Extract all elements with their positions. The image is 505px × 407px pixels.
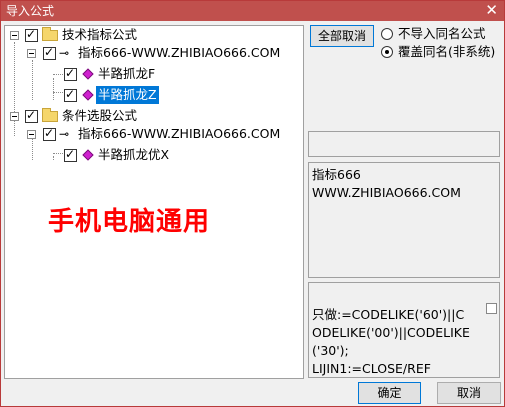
formula-checkbox[interactable]: ✓ <box>64 87 77 102</box>
folder-icon <box>42 108 58 122</box>
tree-node-formula[interactable]: ✓ 半路抓龙优X <box>5 146 303 164</box>
window-title: 导入公式 <box>6 4 55 18</box>
item-checkbox[interactable]: ✓ <box>43 126 56 141</box>
info-line-2: WWW.ZHIBIAO666.COM <box>312 185 461 200</box>
tree-node-group-screening[interactable]: ✓ 条件选股公式 <box>5 107 303 125</box>
group-checkbox[interactable]: ✓ <box>25 108 38 123</box>
formula-code-panel: 只做:=CODELIKE('60')||CODELIKE('00')||CODE… <box>308 282 500 378</box>
title-bar: 导入公式 ✕ <box>1 1 504 21</box>
tree-node-label: 半路抓龙Z <box>96 86 159 104</box>
item-checkbox[interactable]: ✓ <box>43 45 56 60</box>
formula-icon <box>82 68 94 80</box>
ok-button[interactable]: 确定 <box>358 382 421 404</box>
collapse-icon[interactable] <box>10 31 19 40</box>
tree-node-formula-set[interactable]: ✓ ⊸ 指标666-WWW.ZHIBIAO666.COM <box>5 125 303 143</box>
formula-icon <box>82 89 94 101</box>
tree-node-label: 指标666-WWW.ZHIBIAO666.COM <box>78 45 281 60</box>
cancel-button[interactable]: 取消 <box>437 382 501 404</box>
cancel-all-button[interactable]: 全部取消 <box>310 25 374 47</box>
no-import-label: 不导入同名公式 <box>398 26 486 41</box>
tree-node-formula[interactable]: ✓ 半路抓龙F <box>5 65 303 83</box>
overwrite-radio[interactable] <box>381 46 393 58</box>
collapse-icon[interactable] <box>27 130 36 139</box>
tree-node-label: 技术指标公式 <box>62 27 138 42</box>
no-import-radio[interactable] <box>381 28 393 40</box>
formula-icon <box>82 149 94 161</box>
formula-checkbox[interactable]: ✓ <box>64 147 77 162</box>
tree-node-formula-set[interactable]: ✓ ⊸ 指标666-WWW.ZHIBIAO666.COM <box>5 44 303 62</box>
tree-node-label: 条件选股公式 <box>62 108 138 123</box>
tree-node-formula-selected[interactable]: ✓ 半路抓龙Z <box>5 86 303 104</box>
tree-node-group-indicators[interactable]: ✓ 技术指标公式 <box>5 26 303 44</box>
formula-info-panel: 指标666 WWW.ZHIBIAO666.COM <box>308 162 500 278</box>
formula-tree[interactable]: ✓ 技术指标公式 ✓ ⊸ 指标666-WWW.ZHIBIAO666.COM ✓ … <box>4 25 304 379</box>
empty-field <box>308 131 500 157</box>
folder-icon <box>42 27 58 41</box>
group-checkbox[interactable]: ✓ <box>25 27 38 42</box>
watermark-text: 手机电脑通用 <box>48 207 211 237</box>
collapse-icon[interactable] <box>10 112 19 121</box>
collapse-icon[interactable] <box>27 49 36 58</box>
tree-node-label: 指标666-WWW.ZHIBIAO666.COM <box>78 126 281 141</box>
code-checkbox[interactable] <box>486 303 497 314</box>
tree-node-label: 半路抓龙F <box>98 66 156 81</box>
formula-checkbox[interactable]: ✓ <box>64 66 77 81</box>
formula-code-text: 只做:=CODELIKE('60')||CODELIKE('00')||CODE… <box>312 307 470 376</box>
key-icon: ⊸ <box>59 127 70 141</box>
key-icon: ⊸ <box>59 46 70 60</box>
info-line-1: 指标666 <box>312 167 361 182</box>
import-formula-dialog: 导入公式 ✕ ✓ 技术指标公式 ✓ ⊸ 指标666-WWW.ZHIBIAO666… <box>0 0 505 407</box>
overwrite-label: 覆盖同名(非系统) <box>398 44 496 59</box>
close-icon[interactable]: ✕ <box>485 1 498 19</box>
tree-node-label: 半路抓龙优X <box>98 147 170 162</box>
